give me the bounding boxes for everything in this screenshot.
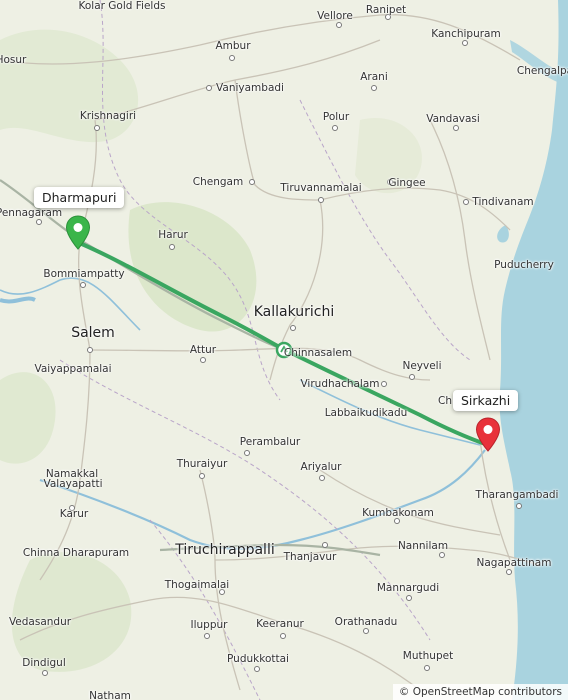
map-canvas[interactable]: Kolar Gold Fields Vellore Ranipet Kanchi… (0, 0, 568, 700)
place-label: Thuraiyur (176, 458, 228, 470)
place-label: Valayapatti (43, 478, 103, 490)
end-location-label[interactable]: Sirkazhi (453, 390, 519, 411)
place-label: Chinnasalem (283, 347, 353, 359)
place-label: Thogaimalai (164, 579, 230, 591)
place-label: Polur (322, 111, 350, 123)
place-label: Kallakurichi (253, 304, 335, 320)
place-label: Chinna Dharapuram (22, 547, 130, 559)
start-location-label[interactable]: Dharmapuri (34, 187, 125, 208)
place-label: Tiruvannamalai (280, 182, 362, 194)
place-label: Muthupet (402, 650, 454, 662)
place-label: Chengam (192, 176, 244, 188)
place-label: Puducherry (494, 259, 554, 271)
place-label: Nagapattinam (476, 557, 552, 569)
place-label: Iluppur (190, 619, 228, 631)
place-label: Pennagaram (0, 207, 63, 219)
place-label: Virudhachalam (300, 378, 380, 390)
place-label: Chengalpa (516, 65, 568, 77)
place-label: Natham (89, 690, 131, 700)
place-label: Thanjavur (283, 551, 337, 563)
place-label: Ambur (215, 40, 251, 52)
place-label: Krishnagiri (79, 110, 137, 122)
place-label: Orathanadu (334, 616, 398, 628)
place-label: Perambalur (239, 436, 301, 448)
place-label: Mannargudi (376, 582, 440, 594)
place-label: Attur (189, 344, 217, 356)
place-label: Nannilam (397, 540, 449, 552)
place-label: Tindivanam (472, 196, 534, 208)
place-label: Karur (59, 508, 89, 520)
place-label: Arani (360, 71, 388, 83)
place-label: Keeranur (256, 618, 304, 630)
place-label: Neyveli (402, 360, 442, 372)
place-label: Labbaikudikadu (324, 407, 408, 419)
place-label: Dindigul (22, 657, 66, 669)
place-label: Vedasandur (8, 616, 72, 628)
place-label: Vandavasi (426, 113, 480, 125)
place-label: Vaiyappamalai (34, 363, 112, 375)
place-label: Pudukkottai (227, 653, 289, 665)
place-label: Ariyalur (300, 461, 342, 473)
place-label: Tiruchirappalli (175, 542, 275, 558)
place-label: Kanchipuram (431, 28, 501, 40)
place-label: Salem (71, 325, 115, 341)
place-label: Ch (438, 395, 452, 407)
place-label: Bommiampatty (43, 268, 125, 280)
place-label: Kolar Gold Fields (78, 0, 166, 12)
place-label: Tharangambadi (475, 489, 559, 501)
start-location-pin-icon[interactable] (65, 215, 91, 251)
place-label: Harur (158, 229, 188, 241)
map-attribution[interactable]: © OpenStreetMap contributors (392, 684, 568, 700)
place-label: Vaniyambadi (216, 82, 284, 94)
place-label: Vellore (317, 10, 353, 22)
place-label: Hosur (0, 54, 27, 66)
place-label: Gingee (388, 177, 426, 189)
place-label: Kumbakonam (362, 507, 434, 519)
end-location-pin-icon[interactable] (475, 417, 501, 453)
place-label: Ranipet (365, 4, 407, 16)
